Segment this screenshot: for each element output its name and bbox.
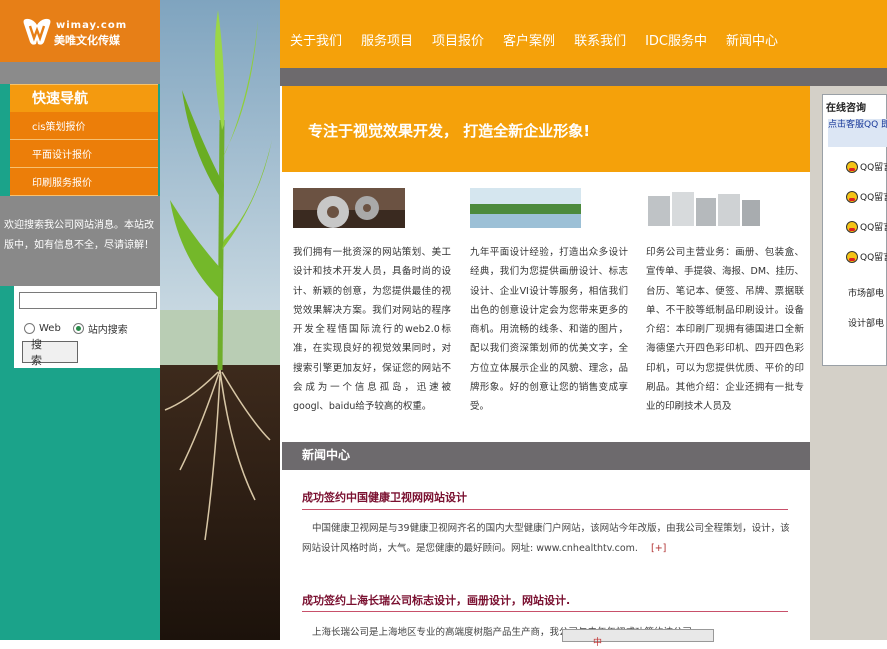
news-body-2: 上海长瑞公司是上海地区专业的高端度树脂产品生产商，我公司与去年年初成功签约该公司 — [302, 624, 792, 638]
search-button[interactable]: 搜 索 — [22, 338, 78, 367]
news-header — [282, 442, 810, 470]
nav-item-idc[interactable]: IDC服务中 — [645, 30, 707, 50]
printers-thumbnail — [646, 188, 762, 228]
quick-nav-title: 快速导航 — [32, 91, 88, 107]
nav-item-about[interactable]: 关于我们 — [290, 30, 342, 50]
news-more-link[interactable]: [+] — [651, 543, 666, 554]
news-headline-2[interactable]: 成功签约上海长瑞公司标志设计，画册设计，网站设计. — [302, 592, 570, 608]
qq-message-2[interactable]: QQ留言 — [846, 190, 887, 203]
search-input[interactable] — [19, 292, 157, 309]
graphic-design-description: 九年平面设计经验，打造出众多设计经典，我们为您提供画册设计、标志设计、企业VI设… — [470, 247, 628, 413]
qq-icon — [846, 220, 858, 233]
news-url-1[interactable]: www.cnhealthtv.com. — [536, 543, 638, 554]
search-scope: Web 站内搜索 — [24, 321, 128, 336]
qq-label: QQ留言 — [860, 223, 887, 233]
nav-item-services[interactable]: 服务项目 — [361, 30, 413, 50]
market-dept-phone[interactable]: 市场部电 — [848, 286, 884, 299]
logo-text-cn: 美唯文化传媒 — [54, 34, 120, 47]
consult-subtitle: 点击客服QQ 即时交谈或 — [828, 119, 887, 147]
sidebar-item-label: 印刷服务报价 — [32, 178, 92, 189]
qq-icon — [846, 250, 858, 263]
main-nav: 关于我们 服务项目 项目报价 客户案例 联系我们 IDC服务中 新闻中心 — [290, 30, 797, 50]
news-section-title: 新闻中心 — [302, 448, 351, 462]
sidebar-item-graphic[interactable]: 平面设计报价 — [10, 140, 158, 168]
nav-item-cases[interactable]: 客户案例 — [503, 30, 555, 50]
web-design-description: 我们拥有一批资深的网站策划、美工设计和技术开发人员，具备时尚的设计、新颖的创意，… — [293, 247, 451, 413]
radio-site-label: 站内搜索 — [87, 325, 128, 336]
qq-message-3[interactable]: QQ留言 — [846, 220, 887, 233]
logo-mark-icon — [23, 18, 51, 45]
qq-message-1[interactable]: QQ留言 — [846, 160, 887, 173]
sidebar-item-label: 平面设计报价 — [32, 150, 92, 161]
slogan-text: 专注于视觉效果开发， 打造全新企业形象! — [308, 122, 591, 140]
qq-label: QQ留言 — [860, 163, 887, 173]
news-body-1: 中国健康卫视网是与39健康卫视网齐名的国内大型健康门户网站，该网站今年改版，由我… — [302, 519, 792, 559]
sidebar-item-label: cis策划报价 — [32, 122, 86, 133]
nav-underbar — [280, 68, 887, 86]
gears-thumbnail — [293, 188, 405, 228]
nav-item-news[interactable]: 新闻中心 — [726, 30, 778, 50]
news-divider — [302, 509, 788, 510]
radio-site[interactable] — [72, 323, 84, 334]
nav-item-contact[interactable]: 联系我们 — [574, 30, 626, 50]
news-headline-1[interactable]: 成功签约中国健康卫视网网站设计 — [302, 489, 467, 505]
notice-text: 欢迎搜索我公司网站消息。本站改版中，如有信息不全，尽请谅解！ — [4, 220, 154, 251]
floating-toolbar[interactable]: 中 — [562, 629, 714, 648]
qq-label: QQ留言 — [860, 193, 887, 203]
sidebar-item-cis[interactable]: cis策划报价 — [10, 112, 158, 140]
qq-icon — [846, 160, 858, 173]
qq-label: QQ留言 — [860, 253, 887, 263]
printing-description: 印务公司主营业务：画册、包装盒、宣传单、手提袋、海报、DM、挂历、台历、笔记本、… — [646, 247, 805, 413]
logo-text-en: wimay.com — [56, 20, 128, 31]
consult-title: 在线咨询 — [826, 103, 866, 114]
nav-item-pricing[interactable]: 项目报价 — [432, 30, 484, 50]
radio-web[interactable] — [24, 323, 35, 334]
news-divider — [302, 611, 788, 612]
left-gray-strip — [0, 62, 160, 84]
sidebar-item-print[interactable]: 印刷服务报价 — [10, 168, 158, 196]
plant-illustration — [160, 0, 280, 640]
qq-message-4[interactable]: QQ留言 — [846, 250, 887, 263]
design-dept-phone[interactable]: 设计部电 — [848, 316, 884, 329]
landscape-thumbnail — [470, 188, 581, 228]
qq-icon — [846, 190, 858, 203]
radio-web-label: Web — [39, 323, 61, 334]
